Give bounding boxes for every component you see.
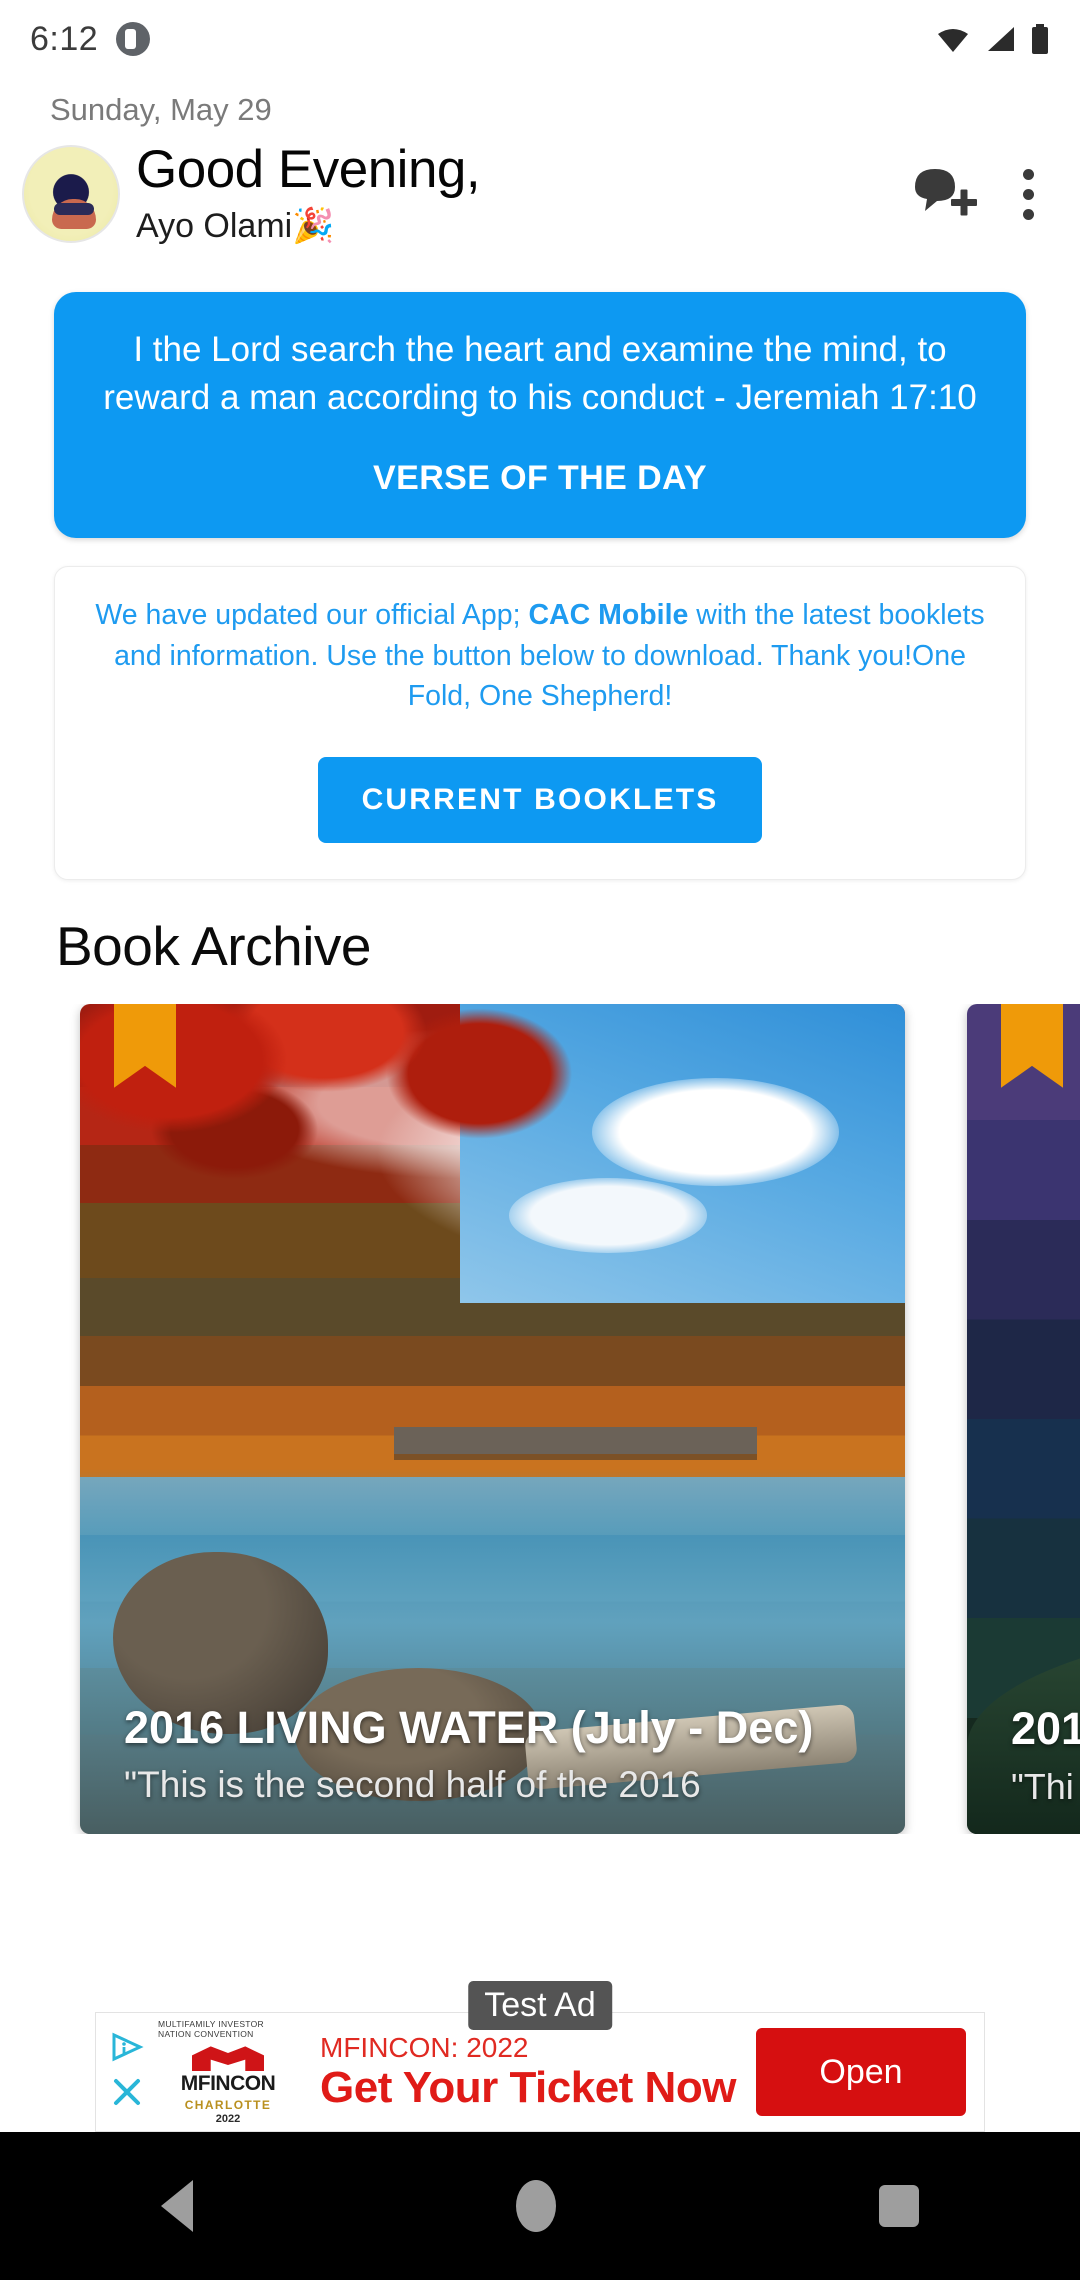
ad-open-button[interactable]: Open bbox=[756, 2028, 966, 2116]
status-bar-right bbox=[936, 24, 1050, 54]
ad-banner[interactable]: Test Ad MULTIFAMILY INVESTOR NATION CONV… bbox=[95, 1981, 985, 2132]
recents-square-icon[interactable] bbox=[878, 2185, 919, 2227]
greeting-title: Good Evening, bbox=[136, 140, 481, 199]
verse-label: VERSE OF THE DAY bbox=[373, 459, 707, 498]
logo-year: 2022 bbox=[215, 2113, 241, 2125]
announcement-text-part1: We have updated our official App; bbox=[95, 599, 529, 632]
book-card-text: 2016 LIVING WATER (July - Dec) "This is … bbox=[124, 1701, 871, 1808]
current-booklets-button[interactable]: CURRENT BOOKLETS bbox=[317, 756, 763, 843]
book-archive-carousel[interactable]: 2016 LIVING WATER (July - Dec) "This is … bbox=[0, 1003, 1080, 1834]
mfincon-logo: MULTIFAMILY INVESTOR NATION CONVENTION M… bbox=[158, 2013, 298, 2131]
logo-city: CHARLOTTE bbox=[184, 2098, 272, 2112]
greeting-header: Good Evening, Ayo Olami🎉 bbox=[0, 128, 1080, 256]
close-icon[interactable] bbox=[112, 2077, 142, 2112]
announcement-app-name: CAC Mobile bbox=[528, 599, 689, 632]
battery-icon bbox=[1030, 24, 1050, 54]
book-card-description: "This is the second half of the 2016 bbox=[124, 1764, 701, 1806]
home-circle-icon[interactable] bbox=[515, 2180, 556, 2232]
chat-add-icon[interactable] bbox=[911, 165, 977, 223]
adchoices-controls[interactable] bbox=[96, 2013, 158, 2131]
book-card-title: 2016 LIVING WATER (July - Dec) bbox=[124, 1701, 814, 1753]
book-card-description: "Thi Livin bbox=[1011, 1765, 1080, 1807]
page-title: Book Archive bbox=[56, 914, 372, 977]
wifi-icon bbox=[936, 26, 970, 52]
status-bar-left: 6:12 bbox=[30, 19, 151, 59]
cellular-signal-icon bbox=[984, 25, 1016, 53]
adchoices-icon[interactable] bbox=[110, 2032, 144, 2067]
status-bar: 6:12 bbox=[0, 0, 1080, 78]
verse-of-the-day-card[interactable]: I the Lord search the heart and examine … bbox=[54, 292, 1026, 539]
book-card[interactable]: 201 (Ju "Thi Livin bbox=[967, 1003, 1080, 1834]
book-card[interactable]: 2016 LIVING WATER (July - Dec) "This is … bbox=[80, 1003, 905, 1834]
back-triangle-icon[interactable] bbox=[161, 2180, 194, 2232]
book-card-title: 201 (Ju bbox=[1011, 1703, 1080, 1755]
test-ad-badge: Test Ad bbox=[468, 1981, 612, 2030]
verse-text: I the Lord search the heart and examine … bbox=[103, 330, 977, 417]
header-actions bbox=[911, 163, 1046, 226]
book-card-text: 201 (Ju "Thi Livin bbox=[1011, 1703, 1080, 1808]
mfincon-mark-icon bbox=[192, 2046, 264, 2071]
avatar[interactable] bbox=[22, 145, 120, 244]
user-name: Ayo Olami🎉 bbox=[136, 207, 335, 246]
current-date: Sunday, May 29 bbox=[50, 92, 272, 127]
clock-app-icon bbox=[116, 22, 151, 56]
status-time: 6:12 bbox=[30, 19, 99, 58]
ad-headline: MFINCON: 2022 bbox=[320, 2032, 529, 2064]
greeting-texts: Good Evening, Ayo Olami🎉 bbox=[136, 140, 901, 246]
announcement-text: We have updated our official App; CAC Mo… bbox=[81, 595, 999, 716]
announcement-card: We have updated our official App; CAC Mo… bbox=[54, 566, 1026, 880]
overflow-menu-icon[interactable] bbox=[1011, 163, 1046, 226]
ad-copy: MFINCON: 2022 Get Your Ticket Now bbox=[298, 2032, 756, 2112]
logo-name: MFINCON bbox=[180, 2072, 276, 2095]
date-row: Sunday, May 29 bbox=[0, 78, 1080, 128]
android-nav-bar bbox=[0, 2132, 1080, 2280]
logo-arc-text: MULTIFAMILY INVESTOR NATION CONVENTION bbox=[158, 2019, 264, 2039]
ad-subheadline: Get Your Ticket Now bbox=[320, 2063, 736, 2113]
